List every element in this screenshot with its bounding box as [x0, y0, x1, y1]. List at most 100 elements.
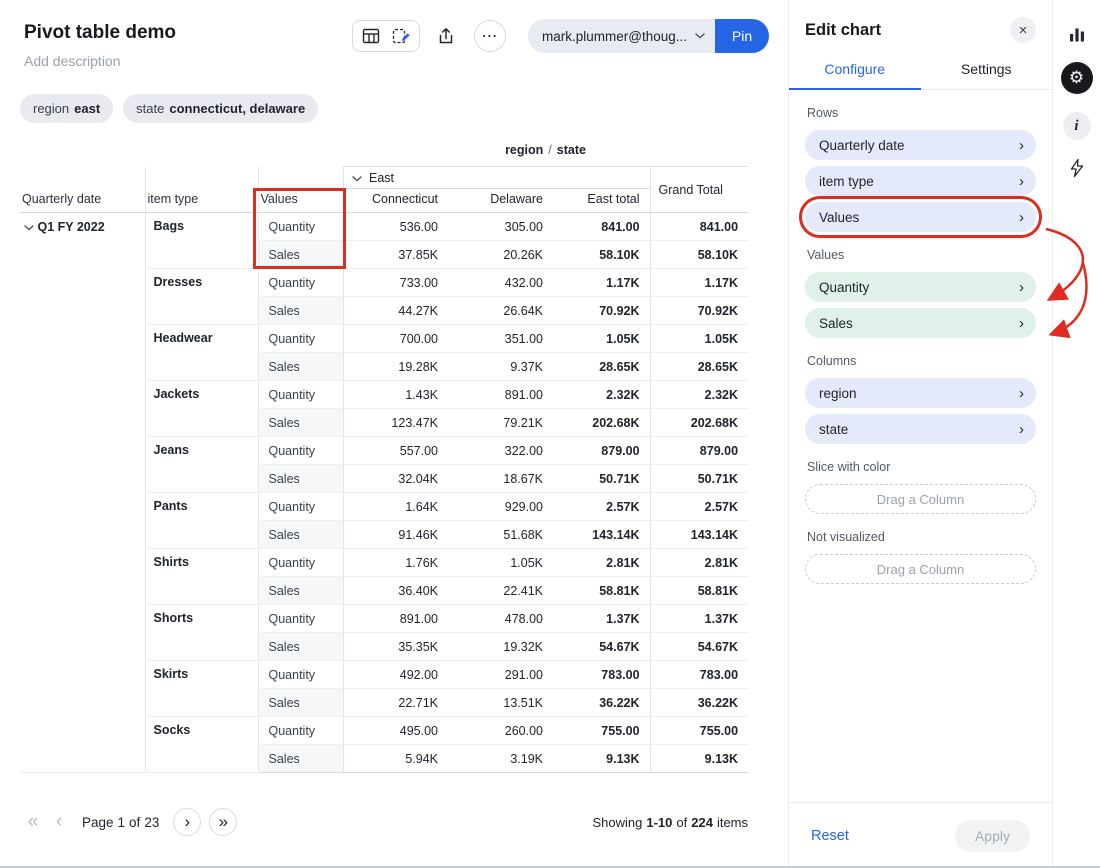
value-cell[interactable]: 22.41K: [448, 577, 553, 605]
value-cell[interactable]: 1.37K: [553, 605, 650, 633]
value-cell[interactable]: 1.17K: [553, 269, 650, 297]
value-cell[interactable]: 37.85K: [343, 241, 448, 269]
header-east-total[interactable]: East total: [553, 189, 650, 213]
edit-layout-icon[interactable]: [387, 23, 415, 49]
more-menu-button[interactable]: ⋯: [474, 20, 506, 52]
item-type-cell[interactable]: Jeans: [145, 437, 258, 493]
chart-icon[interactable]: [1067, 24, 1087, 44]
dropzone-not-visualized[interactable]: Drag a Column: [805, 554, 1036, 584]
item-type-cell[interactable]: Pants: [145, 493, 258, 549]
value-cell[interactable]: 841.00: [553, 213, 650, 241]
value-cell[interactable]: 9.37K: [448, 353, 553, 381]
row-group-cell[interactable]: Q1 FY 2022: [20, 213, 145, 773]
value-cell[interactable]: 2.57K: [553, 493, 650, 521]
value-cell[interactable]: 432.00: [448, 269, 553, 297]
value-cell[interactable]: 9.13K: [650, 745, 748, 773]
value-cell[interactable]: 202.68K: [650, 409, 748, 437]
value-cell[interactable]: 733.00: [343, 269, 448, 297]
value-cell[interactable]: 879.00: [650, 437, 748, 465]
chip-region[interactable]: region›: [805, 378, 1036, 408]
chip-item-type[interactable]: item type›: [805, 166, 1036, 196]
value-cell[interactable]: 260.00: [448, 717, 553, 745]
value-cell[interactable]: 20.26K: [448, 241, 553, 269]
item-type-cell[interactable]: Shorts: [145, 605, 258, 661]
value-cell[interactable]: 13.51K: [448, 689, 553, 717]
header-values[interactable]: Values: [258, 167, 343, 213]
item-type-cell[interactable]: Bags: [145, 213, 258, 269]
value-cell[interactable]: 44.27K: [343, 297, 448, 325]
value-cell[interactable]: 26.64K: [448, 297, 553, 325]
next-page-button[interactable]: ›: [173, 808, 201, 836]
pin-button[interactable]: Pin: [715, 19, 769, 53]
value-cell[interactable]: 54.67K: [650, 633, 748, 661]
table-view-icon[interactable]: [357, 23, 385, 49]
chip-sales[interactable]: Sales›: [805, 308, 1036, 338]
value-cell[interactable]: 1.05K: [448, 549, 553, 577]
info-icon[interactable]: i: [1063, 112, 1091, 140]
value-cell[interactable]: 70.92K: [650, 297, 748, 325]
value-cell[interactable]: 58.10K: [650, 241, 748, 269]
value-cell[interactable]: 879.00: [553, 437, 650, 465]
page-number[interactable]: 1: [118, 815, 126, 830]
item-type-cell[interactable]: Jackets: [145, 381, 258, 437]
value-cell[interactable]: 891.00: [448, 381, 553, 409]
value-cell[interactable]: 2.32K: [650, 381, 748, 409]
value-cell[interactable]: 79.21K: [448, 409, 553, 437]
header-delaware[interactable]: Delaware: [448, 189, 553, 213]
apply-button[interactable]: Apply: [955, 820, 1030, 852]
header-connecticut[interactable]: Connecticut: [343, 189, 448, 213]
value-cell[interactable]: 1.05K: [650, 325, 748, 353]
value-cell[interactable]: 351.00: [448, 325, 553, 353]
tab-settings[interactable]: Settings: [921, 52, 1053, 89]
tab-configure[interactable]: Configure: [789, 52, 921, 90]
value-cell[interactable]: 70.92K: [553, 297, 650, 325]
value-cell[interactable]: 19.32K: [448, 633, 553, 661]
chip-values[interactable]: Values›: [805, 202, 1036, 232]
item-type-cell[interactable]: Headwear: [145, 325, 258, 381]
item-type-cell[interactable]: Socks: [145, 717, 258, 773]
value-cell[interactable]: 755.00: [553, 717, 650, 745]
value-cell[interactable]: 1.17K: [650, 269, 748, 297]
chip-state[interactable]: state›: [805, 414, 1036, 444]
value-cell[interactable]: 1.43K: [343, 381, 448, 409]
value-cell[interactable]: 305.00: [448, 213, 553, 241]
value-cell[interactable]: 891.00: [343, 605, 448, 633]
value-cell[interactable]: 58.10K: [553, 241, 650, 269]
value-cell[interactable]: 291.00: [448, 661, 553, 689]
value-cell[interactable]: 492.00: [343, 661, 448, 689]
value-cell[interactable]: 495.00: [343, 717, 448, 745]
lightning-icon[interactable]: [1069, 158, 1085, 178]
value-cell[interactable]: 36.22K: [553, 689, 650, 717]
item-type-cell[interactable]: Skirts: [145, 661, 258, 717]
value-cell[interactable]: 35.35K: [343, 633, 448, 661]
value-cell[interactable]: 22.71K: [343, 689, 448, 717]
value-cell[interactable]: 1.64K: [343, 493, 448, 521]
first-page-icon[interactable]: «: [20, 811, 46, 833]
header-quarterly-date[interactable]: Quarterly date: [20, 167, 145, 213]
value-cell[interactable]: 36.40K: [343, 577, 448, 605]
value-cell[interactable]: 2.32K: [553, 381, 650, 409]
value-cell[interactable]: 929.00: [448, 493, 553, 521]
value-cell[interactable]: 143.14K: [553, 521, 650, 549]
chip-quarterly-date[interactable]: Quarterly date›: [805, 130, 1036, 160]
value-cell[interactable]: 841.00: [650, 213, 748, 241]
reset-button[interactable]: Reset: [811, 828, 849, 844]
dropzone-slice-with-color[interactable]: Drag a Column: [805, 484, 1036, 514]
value-cell[interactable]: 54.67K: [553, 633, 650, 661]
item-type-cell[interactable]: Dresses: [145, 269, 258, 325]
value-cell[interactable]: 3.19K: [448, 745, 553, 773]
user-dropdown[interactable]: mark.plummer@thoug...: [528, 19, 715, 53]
close-icon[interactable]: ×: [1010, 17, 1036, 43]
value-cell[interactable]: 123.47K: [343, 409, 448, 437]
value-cell[interactable]: 1.76K: [343, 549, 448, 577]
value-cell[interactable]: 783.00: [650, 661, 748, 689]
value-cell[interactable]: 50.71K: [650, 465, 748, 493]
value-cell[interactable]: 58.81K: [553, 577, 650, 605]
last-page-button[interactable]: »: [209, 808, 237, 836]
value-cell[interactable]: 557.00: [343, 437, 448, 465]
value-cell[interactable]: 143.14K: [650, 521, 748, 549]
value-cell[interactable]: 2.57K: [650, 493, 748, 521]
value-cell[interactable]: 1.05K: [553, 325, 650, 353]
value-cell[interactable]: 536.00: [343, 213, 448, 241]
column-group-east[interactable]: East: [343, 167, 650, 189]
